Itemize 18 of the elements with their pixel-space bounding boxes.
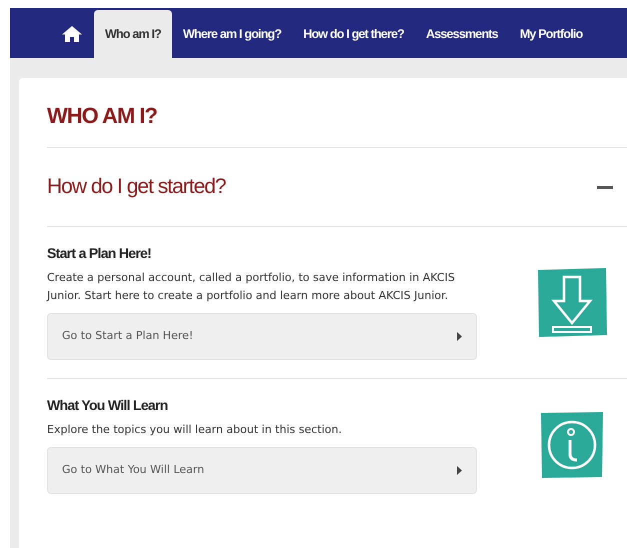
item-title: Start a Plan Here! (47, 244, 152, 262)
caret-icon (457, 332, 462, 341)
item-description: Create a personal account, called a portfolio, to save information in AKCIS Junior. Start here to create a portfolio and learn more about AKCIS Junior. (47, 270, 456, 304)
nav-tab[interactable]: How do I get there? (292, 10, 415, 58)
nav-tab[interactable]: My Portfolio (508, 10, 594, 58)
go-link[interactable]: Go to What You Will Learn (47, 446, 477, 494)
nav-tab[interactable]: Who am I? (94, 10, 172, 58)
item-description: Explore the topics you will learn about in this section. (47, 422, 343, 438)
nav-tab[interactable]: Where am I going? (172, 10, 292, 58)
nav-tab[interactable]: Assessments (415, 10, 509, 58)
caret-icon (457, 466, 462, 475)
item-title: What You Will Learn (47, 396, 169, 414)
page-title: WHO AM I? (47, 102, 158, 130)
section-title: How do I get started? (47, 174, 226, 200)
home-icon (61, 25, 83, 43)
download-icon (536, 267, 608, 338)
info-icon (540, 411, 604, 480)
go-link[interactable]: Go to Start a Plan Here! (47, 312, 477, 360)
